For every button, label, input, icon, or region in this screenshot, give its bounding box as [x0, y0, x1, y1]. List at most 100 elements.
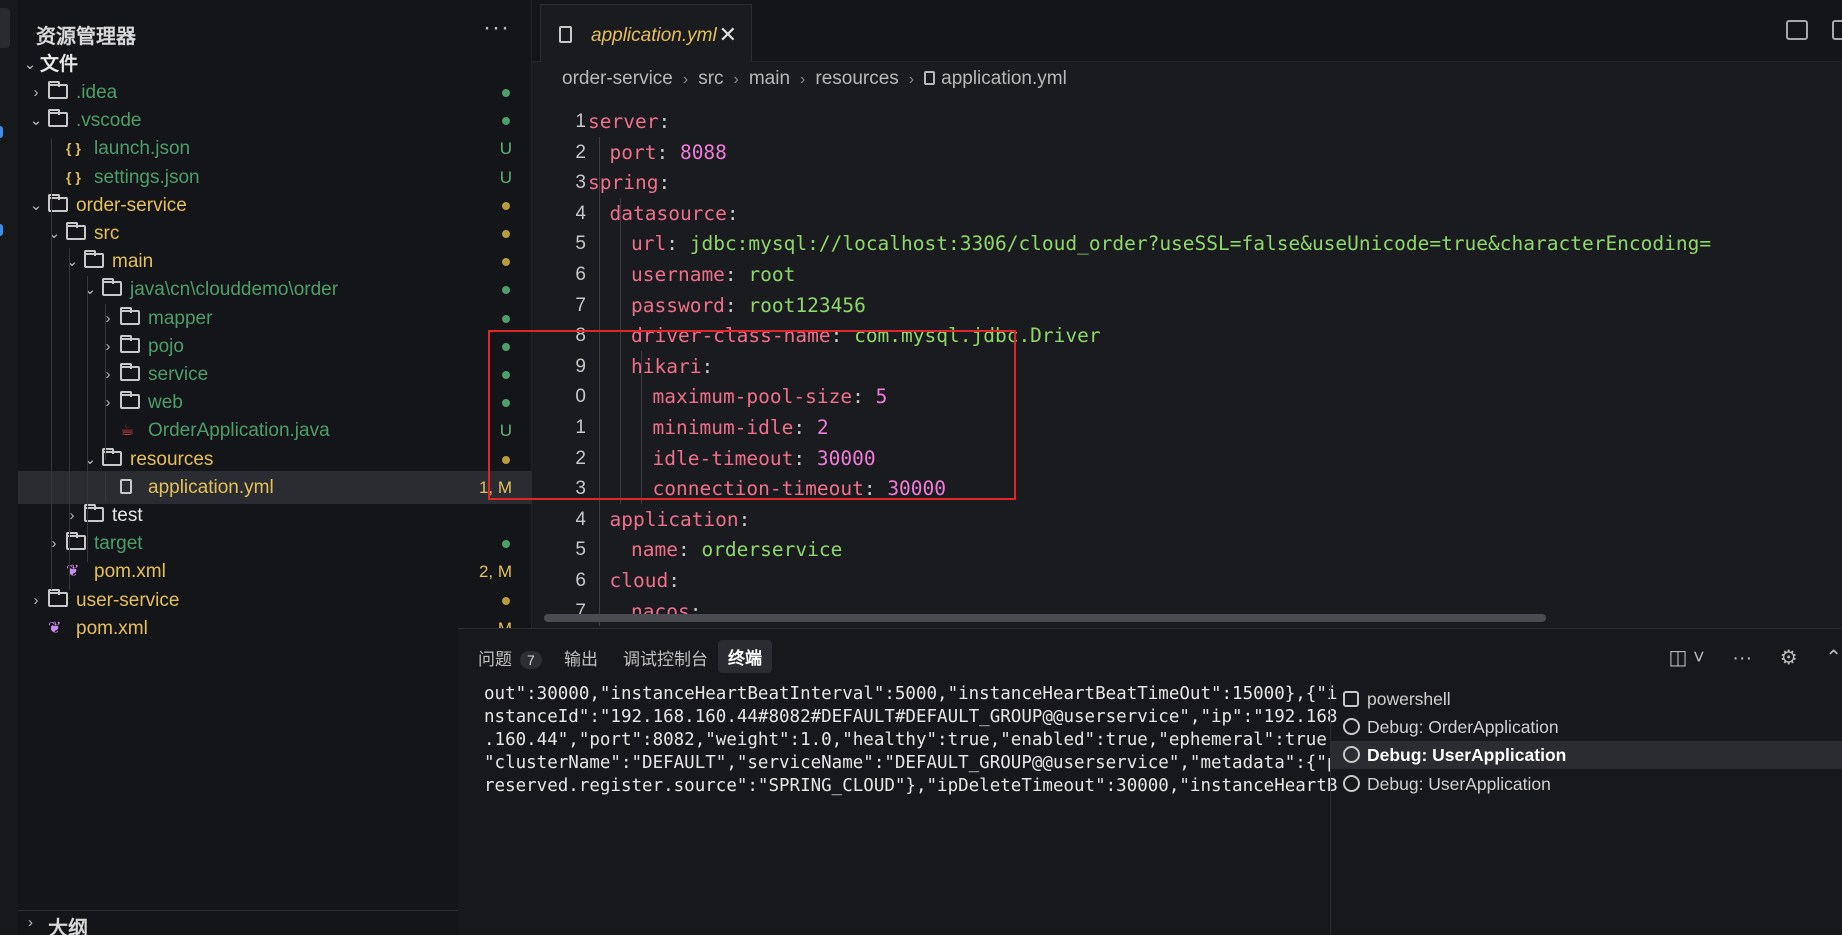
yaml-colon: : [724, 263, 749, 286]
folder-open-icon [84, 250, 104, 269]
folder-icon [120, 306, 140, 325]
breadcrumb-item[interactable]: application.yml [941, 68, 1067, 89]
tab-debug-console[interactable]: 调试控制台 [623, 645, 708, 670]
terminal-instance[interactable]: Debug: UserApplication [1331, 770, 1842, 798]
code-text: server: [588, 106, 670, 137]
bug-icon [1343, 774, 1360, 792]
code-line[interactable]: 6 username: root [576, 259, 1842, 290]
code-text: password: root123456 [631, 290, 866, 321]
horizontal-scrollbar[interactable] [544, 614, 1546, 622]
problems-count-badge: 7 [520, 651, 542, 669]
panel-tabs: 问题 7 输出 调试控制台 终端 ◫ ˅ ··· ⚙ ⌃ [458, 629, 1842, 685]
tab-problems[interactable]: 问题 7 [478, 645, 542, 670]
customize-layout-icon[interactable]: ⚙ [1780, 647, 1798, 669]
bottom-panel: 问题 7 输出 调试控制台 终端 ◫ ˅ ··· ⚙ ⌃ out":30000,"… [458, 628, 1842, 935]
code-text: application: [610, 504, 751, 535]
yaml-colon: : [677, 538, 702, 562]
split-terminal-icon[interactable]: ◫ ˅ [1668, 647, 1704, 669]
chevron-right-icon: › [682, 71, 689, 88]
tab-terminal[interactable]: 终端 [718, 640, 772, 673]
breadcrumb-item[interactable]: order-service [562, 68, 673, 89]
yaml-colon: : [658, 171, 671, 195]
yaml-value: 8088 [679, 140, 727, 164]
git-status-dot [502, 258, 510, 267]
git-status-dot [502, 314, 510, 323]
terminal-output[interactable]: out":30000,"instanceHeartBeatInterval":5… [484, 683, 1338, 798]
explorer-title: 资源管理器 [36, 26, 136, 48]
code-line[interactable]: 3 spring: [576, 167, 1842, 198]
line-number: 7 [576, 294, 586, 316]
breadcrumb-item[interactable]: src [698, 68, 723, 89]
indent-guide [105, 304, 106, 460]
yaml-key: port [609, 140, 657, 164]
explorer-sidebar: 资源管理器 ··· ⌄ 文件 › .idea ⌄ .vscode{ } launch.j… [18, 0, 532, 935]
folder-open-icon [66, 222, 86, 240]
code-line[interactable]: 15 name: orderservice [576, 534, 1842, 565]
yaml-key: datasource [609, 201, 727, 225]
yaml-key: server [588, 110, 659, 133]
code-text: spring: [588, 167, 670, 198]
git-status-dot [502, 540, 510, 549]
indent-guide [105, 472, 106, 502]
code-line[interactable]: 1 server: [576, 106, 1842, 137]
code-line[interactable]: 16 cloud: [576, 565, 1842, 596]
yaml-colon: : [726, 201, 739, 225]
terminal-list: powershell Debug: OrderApplication Debug: … [1330, 681, 1842, 935]
yaml-key: application [609, 507, 739, 531]
code-line[interactable]: 14 application: [576, 504, 1842, 535]
more-icon[interactable]: ··· [1732, 647, 1752, 669]
indent-guide [69, 248, 70, 590]
terminal-instance[interactable]: powershell [1331, 685, 1842, 713]
yaml-colon: : [738, 507, 751, 531]
compare-changes-icon[interactable] [1785, 20, 1808, 40]
tab-label: 问题 [478, 650, 512, 669]
chevron-right-icon: › [908, 71, 915, 88]
breadcrumb-item[interactable]: main [749, 68, 790, 89]
explorer-activity-indicator[interactable] [0, 8, 10, 48]
yaml-key: password [631, 293, 725, 317]
yaml-key: url [631, 232, 667, 256]
git-status-dot [502, 596, 510, 605]
line-number: 15 [576, 539, 586, 561]
maximize-panel-icon[interactable]: ⌃ [1825, 647, 1842, 669]
yaml-key: spring [588, 171, 659, 195]
tree-item-label: pom.xml [76, 617, 148, 639]
close-icon[interactable]: ✕ [719, 22, 737, 48]
yaml-value: root [748, 263, 796, 286]
more-actions-button[interactable]: ··· [483, 14, 510, 42]
breadcrumb-item[interactable]: resources [815, 68, 898, 89]
terminal-instance[interactable]: Debug: UserApplication [1331, 741, 1842, 770]
split-editor-icon[interactable] [1832, 20, 1842, 40]
tab-bar: application.yml ✕ [532, 0, 1842, 62]
folder-icon [120, 334, 140, 353]
terminal-line: "clusterName":"DEFAULT","serviceName":"D… [484, 753, 1338, 773]
git-status-dot [502, 89, 510, 97]
activity-badge [0, 126, 3, 138]
code-line[interactable]: 7 password: root123456 [576, 290, 1842, 321]
code-line[interactable]: 2 port: 8088 [576, 137, 1842, 168]
tab-application-yml[interactable]: application.yml ✕ [540, 4, 752, 62]
yaml-value: jdbc:mysql://localhost:3306/cloud_order?… [689, 232, 1712, 256]
terminal-line: reserved.register.source":"SPRING_CLOUD"… [484, 776, 1338, 796]
folder-icon [48, 588, 68, 607]
yaml-value: root123456 [748, 293, 866, 317]
outline-section[interactable]: › 大纲 [18, 910, 532, 935]
line-number: 14 [576, 508, 586, 530]
terminal-instance[interactable]: Debug: OrderApplication [1331, 713, 1842, 741]
indent-guide [51, 220, 52, 590]
code-text: name: orderservice [631, 534, 842, 565]
git-status-dot [502, 117, 510, 126]
outline-label: 大纲 [48, 918, 88, 935]
yaml-colon: : [666, 232, 690, 256]
code-line[interactable]: 4 datasource: [576, 198, 1842, 229]
tab-output[interactable]: 输出 [564, 645, 598, 670]
line-number: 4 [576, 202, 586, 224]
bug-icon [1343, 746, 1360, 764]
folder-open-icon [102, 278, 122, 297]
git-status-dot [502, 230, 510, 238]
yaml-value: orderservice [701, 538, 843, 562]
code-line[interactable]: 5 url: jdbc:mysql://localhost:3306/cloud_… [576, 228, 1842, 259]
yaml-key: username [631, 263, 725, 286]
tree-item[interactable]: ❦pom.xmlM [18, 612, 532, 645]
terminal-label: Debug: OrderApplication [1367, 717, 1559, 738]
